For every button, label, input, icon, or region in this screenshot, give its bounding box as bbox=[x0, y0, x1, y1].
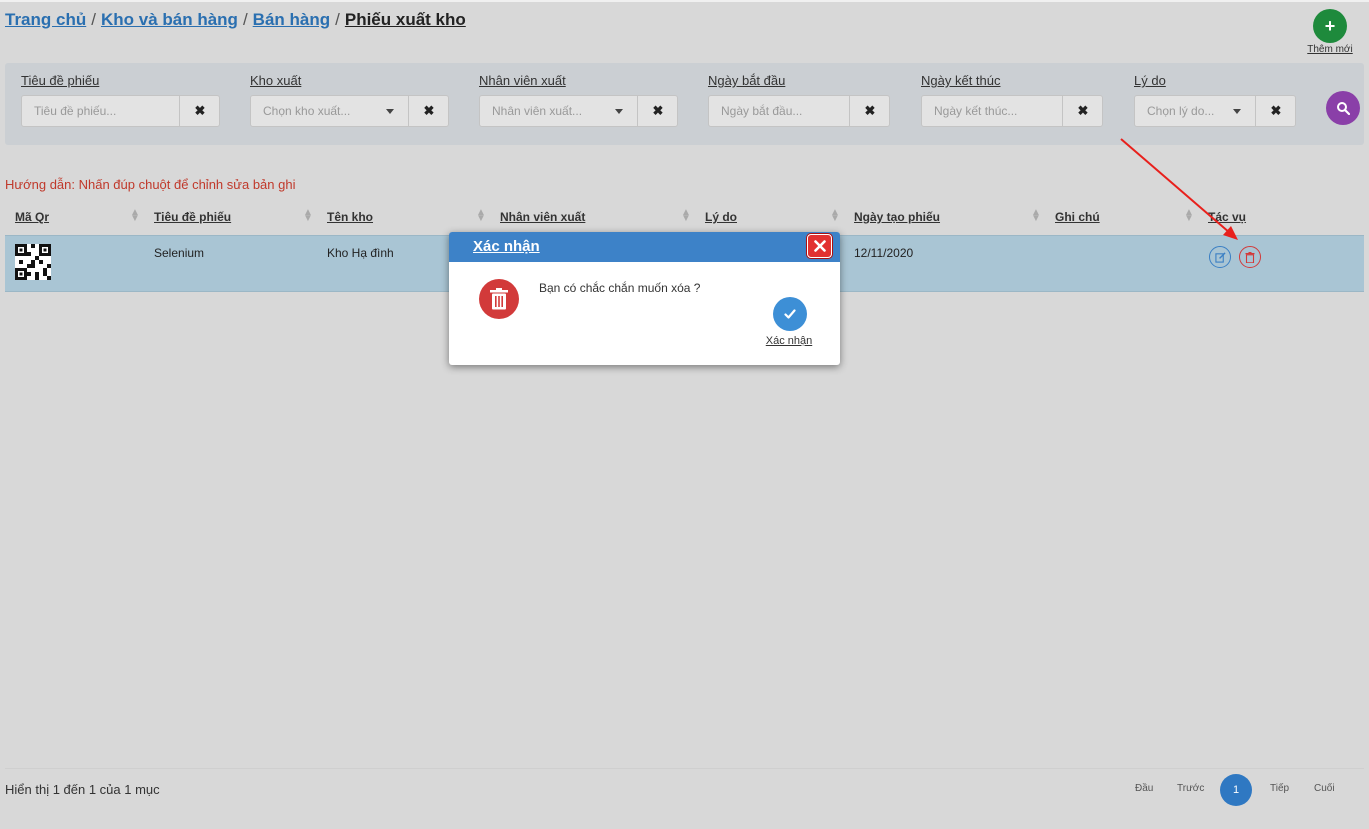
breadcrumb-separator: / bbox=[242, 10, 248, 29]
cell-created-date: 12/11/2020 bbox=[854, 246, 914, 260]
filter-warehouse-field: Chọn kho xuất... ✖ bbox=[250, 95, 449, 127]
filter-start-date-input[interactable]: Ngày bắt đầu... bbox=[709, 96, 850, 126]
top-border bbox=[0, 0, 1369, 2]
filter-title-label: Tiêu đề phiếu bbox=[21, 73, 100, 88]
clear-title-icon[interactable]: ✖ bbox=[180, 96, 220, 126]
filter-start-date-field: Ngày bắt đầu... ✖ bbox=[708, 95, 890, 127]
sort-icon[interactable]: ▲ ▼ bbox=[1184, 208, 1194, 224]
breadcrumb-home[interactable]: Trang chủ bbox=[5, 10, 86, 29]
clear-warehouse-icon[interactable]: ✖ bbox=[409, 96, 449, 126]
filter-start-date-label: Ngày bắt đầu bbox=[708, 73, 786, 88]
filter-end-date-label: Ngày kết thúc bbox=[921, 73, 1001, 88]
table-header: Mã Qr ▲ ▼ Tiêu đề phiếu ▲ ▼ Tên kho ▲ ▼ Nhâ… bbox=[5, 205, 1364, 233]
add-new-button[interactable]: + bbox=[1313, 9, 1347, 43]
breadcrumb-separator: / bbox=[335, 10, 340, 29]
sort-icon[interactable]: ▲ ▼ bbox=[681, 208, 691, 224]
filter-employee-field: Nhân viên xuất... ✖ bbox=[479, 95, 678, 127]
filter-employee-label: Nhân viên xuất bbox=[479, 73, 566, 88]
filter-end-date-field: Ngày kết thúc... ✖ bbox=[921, 95, 1103, 127]
plus-icon: + bbox=[1324, 15, 1336, 36]
clear-reason-icon[interactable]: ✖ bbox=[1256, 96, 1296, 126]
edit-icon bbox=[1214, 251, 1226, 263]
add-new-label[interactable]: Thêm mới bbox=[1300, 44, 1360, 55]
clear-start-date-icon[interactable]: ✖ bbox=[850, 96, 890, 126]
column-header-warehouse[interactable]: Tên kho bbox=[327, 210, 373, 224]
column-header-note[interactable]: Ghi chú bbox=[1055, 210, 1100, 224]
breadcrumb-separator: / bbox=[91, 10, 96, 29]
cell-title: Selenium bbox=[154, 246, 205, 260]
search-icon bbox=[1337, 102, 1350, 115]
search-button[interactable] bbox=[1326, 91, 1360, 125]
column-header-created[interactable]: Ngày tạo phiếu bbox=[854, 210, 940, 224]
clear-employee-icon[interactable]: ✖ bbox=[638, 96, 678, 126]
breadcrumb: Trang chủ / Kho và bán hàng / Bán hàng / Phiếu… bbox=[5, 10, 466, 30]
close-button[interactable] bbox=[807, 234, 832, 258]
check-icon bbox=[784, 309, 796, 319]
pagination-info: Hiển thị 1 đến 1 của 1 mục bbox=[5, 782, 160, 797]
dialog-message: Bạn có chắc chắn muốn xóa ? bbox=[539, 281, 701, 295]
cell-warehouse: Kho Hạ đình bbox=[327, 246, 394, 260]
filter-reason-field: Chọn lý do... ✖ bbox=[1134, 95, 1296, 127]
clear-end-date-icon[interactable]: ✖ bbox=[1063, 96, 1103, 126]
column-header-actions: Tác vụ bbox=[1208, 210, 1247, 224]
chevron-down-icon bbox=[615, 109, 623, 114]
column-header-employee[interactable]: Nhân viên xuất bbox=[500, 210, 585, 224]
qr-code-image bbox=[15, 244, 51, 280]
filter-title-field: Tiêu đề phiếu... ✖ bbox=[21, 95, 220, 127]
sort-icon[interactable]: ▲ ▼ bbox=[1031, 208, 1041, 224]
dialog-header: Xác nhận bbox=[449, 232, 840, 262]
chevron-down-icon bbox=[1233, 109, 1241, 114]
delete-button[interactable] bbox=[1239, 246, 1261, 268]
edit-button[interactable] bbox=[1209, 246, 1231, 268]
pagination-next[interactable]: Tiếp bbox=[1270, 783, 1289, 794]
column-header-reason[interactable]: Lý do bbox=[705, 210, 737, 224]
pagination-first[interactable]: Đầu bbox=[1135, 783, 1153, 794]
breadcrumb-sales[interactable]: Bán hàng bbox=[253, 10, 330, 29]
sort-icon[interactable]: ▲ ▼ bbox=[476, 208, 486, 224]
filter-end-date-input[interactable]: Ngày kết thúc... bbox=[922, 96, 1063, 126]
filter-warehouse-label: Kho xuất bbox=[250, 73, 302, 88]
filter-panel: Tiêu đề phiếu Tiêu đề phiếu... ✖ Kho xuấ… bbox=[5, 63, 1364, 145]
sort-icon[interactable]: ▲ ▼ bbox=[303, 208, 313, 224]
confirm-label[interactable]: Xác nhận bbox=[749, 335, 829, 347]
chevron-down-icon bbox=[386, 109, 394, 114]
sort-icon[interactable]: ▲ ▼ bbox=[130, 208, 140, 224]
confirm-dialog: Xác nhận Bạn có chắc chắn muốn xóa ? Xác… bbox=[449, 232, 840, 365]
close-icon bbox=[813, 240, 826, 252]
breadcrumb-current: Phiếu xuất kho bbox=[344, 10, 466, 29]
sort-icon[interactable]: ▲ ▼ bbox=[830, 208, 840, 224]
filter-title-input[interactable]: Tiêu đề phiếu... bbox=[22, 96, 180, 126]
dialog-title: Xác nhận bbox=[473, 238, 540, 255]
breadcrumb-warehouse[interactable]: Kho và bán hàng bbox=[101, 10, 238, 29]
trash-icon bbox=[479, 279, 519, 319]
trash-icon bbox=[1245, 251, 1255, 263]
edit-hint: Hướng dẫn: Nhấn đúp chuột để chỉnh sửa b… bbox=[5, 177, 296, 192]
filter-reason-label: Lý do bbox=[1134, 73, 1166, 88]
column-header-qr[interactable]: Mã Qr bbox=[15, 210, 49, 224]
column-header-title[interactable]: Tiêu đề phiếu bbox=[154, 210, 231, 224]
confirm-button[interactable] bbox=[773, 297, 807, 331]
pagination-current-page[interactable]: 1 bbox=[1220, 774, 1252, 806]
pagination-prev[interactable]: Trước bbox=[1177, 783, 1204, 794]
pagination-last[interactable]: Cuối bbox=[1314, 783, 1335, 794]
